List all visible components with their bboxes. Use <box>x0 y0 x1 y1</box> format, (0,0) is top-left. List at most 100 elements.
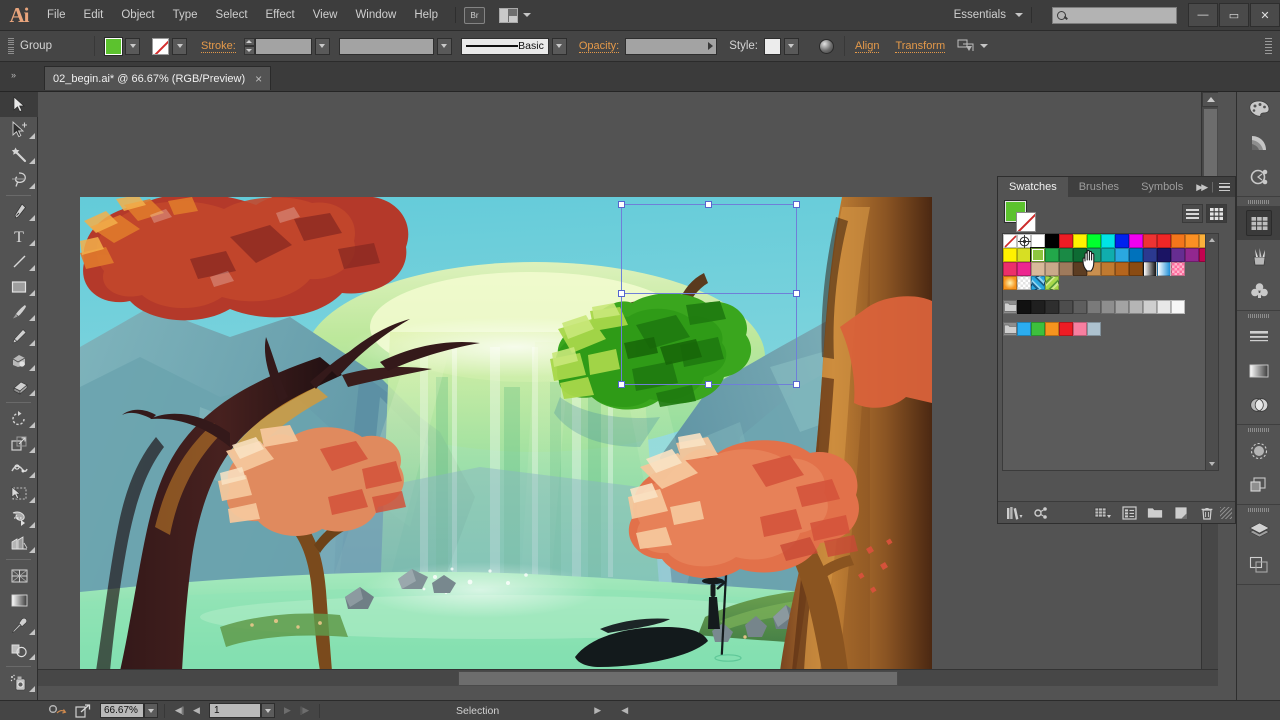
search-input[interactable] <box>1052 6 1177 24</box>
swatch-gray-10[interactable] <box>1143 300 1157 314</box>
new-swatch-button[interactable] <box>1168 502 1194 524</box>
swatch-bright-blue[interactable] <box>1017 322 1031 336</box>
swatch-white[interactable] <box>1031 234 1045 248</box>
swatch-gray-2[interactable] <box>1031 300 1045 314</box>
swatch-yellow-b[interactable] <box>1003 248 1017 262</box>
tab-brushes[interactable]: Brushes <box>1068 177 1130 197</box>
shape-builder-tool[interactable] <box>0 506 38 531</box>
mesh-tool[interactable] <box>0 563 38 588</box>
stroke-weight-stepper[interactable] <box>243 37 255 55</box>
graphic-style-dropdown[interactable] <box>783 37 799 55</box>
list-view-button[interactable] <box>1182 204 1203 223</box>
swatch-orange1[interactable] <box>1171 234 1185 248</box>
recolor-artwork-icon[interactable] <box>818 38 834 54</box>
menu-type[interactable]: Type <box>164 0 207 31</box>
close-button[interactable]: ✕ <box>1250 3 1280 27</box>
swatches-scroll-up-icon[interactable] <box>1206 234 1218 246</box>
next-artboard-button[interactable]: ▶ <box>279 701 296 720</box>
status-menu-button[interactable]: ▶ <box>589 701 606 720</box>
swatch-teal2[interactable] <box>1101 248 1115 262</box>
swatch-navy1[interactable] <box>1143 248 1157 262</box>
swatch-pattern-pink[interactable] <box>1171 262 1185 276</box>
grid-view-button[interactable] <box>1206 204 1227 223</box>
swatch-bright-green[interactable] <box>1031 322 1045 336</box>
scroll-up-arrow-icon[interactable] <box>1202 92 1218 107</box>
tab-swatches[interactable]: Swatches <box>998 177 1068 197</box>
chevron-down-icon[interactable] <box>980 44 989 48</box>
gradient-panel-icon[interactable] <box>1237 354 1280 388</box>
type-tool[interactable]: T <box>0 224 38 249</box>
canvas-horizontal-scrollbar[interactable] <box>38 669 1218 686</box>
swatch-pattern-green[interactable] <box>1045 276 1059 290</box>
control-bar-grip[interactable] <box>8 37 14 55</box>
selection-handle-bottom-center[interactable] <box>705 381 712 388</box>
stroke-dropdown-button[interactable] <box>172 37 187 55</box>
selection-handle-middle-left[interactable] <box>618 290 625 297</box>
swatch-navy2[interactable] <box>1157 248 1171 262</box>
swatch-orange2[interactable] <box>1185 234 1199 248</box>
new-color-group-button[interactable] <box>1142 502 1168 524</box>
transparency-panel-icon[interactable] <box>1237 388 1280 422</box>
zoom-level-input[interactable]: 66.67% <box>100 703 144 718</box>
show-swatch-kinds-menu-button[interactable] <box>1028 502 1054 524</box>
swatch-gray-4[interactable] <box>1059 300 1073 314</box>
swatch-brown2[interactable] <box>1073 262 1087 276</box>
menu-view[interactable]: View <box>304 0 347 31</box>
swatch-gradient-bw[interactable] <box>1143 262 1157 276</box>
swatch-bright-orange[interactable] <box>1045 322 1059 336</box>
scale-tool[interactable] <box>0 431 38 456</box>
swatch-gray-3[interactable] <box>1045 300 1059 314</box>
panel-resize-grip[interactable] <box>1220 506 1232 519</box>
menu-window[interactable]: Window <box>346 0 405 31</box>
swatch-libraries-menu-button[interactable] <box>1002 502 1028 524</box>
maximize-button[interactable]: ▭ <box>1219 3 1249 27</box>
swatch-red3[interactable] <box>1157 234 1171 248</box>
swatch-pink2[interactable] <box>1017 262 1031 276</box>
brushes-panel-icon[interactable] <box>1237 240 1280 274</box>
previous-artboard-button[interactable]: ◀ <box>188 701 205 720</box>
swatch-bright-grayblue[interactable] <box>1087 322 1101 336</box>
swatch-magenta[interactable] <box>1129 234 1143 248</box>
selection-handle-top-right[interactable] <box>793 201 800 208</box>
swatch-gray-11[interactable] <box>1157 300 1171 314</box>
artboard-number-dropdown[interactable] <box>261 703 275 718</box>
swatch-none[interactable] <box>1003 234 1017 248</box>
menu-file[interactable]: File <box>38 0 75 31</box>
direct-selection-tool[interactable] <box>0 117 38 142</box>
appearance-panel-icon[interactable] <box>1237 434 1280 468</box>
arrange-documents-button[interactable] <box>499 7 531 23</box>
swatch-green[interactable] <box>1087 234 1101 248</box>
blob-brush-tool[interactable] <box>0 349 38 374</box>
fill-color-swatch[interactable] <box>104 36 123 56</box>
graphic-style-swatch[interactable] <box>763 37 781 55</box>
tab-expand-icon[interactable]: » <box>6 68 20 82</box>
dock-grip[interactable] <box>1237 505 1280 514</box>
swatch-yellow[interactable] <box>1073 234 1087 248</box>
document-tab[interactable]: 02_begin.ai* @ 66.67% (RGB/Preview) × <box>44 66 272 90</box>
last-artboard-button[interactable]: |▶ <box>296 701 313 720</box>
line-segment-tool[interactable] <box>0 249 38 274</box>
selection-handle-middle-right[interactable] <box>793 290 800 297</box>
swatch-red[interactable] <box>1059 234 1073 248</box>
swatches-scrollbar[interactable] <box>1205 233 1219 471</box>
magic-wand-tool[interactable] <box>0 142 38 167</box>
swatch-red2[interactable] <box>1143 234 1157 248</box>
swatch-gradient-blue[interactable] <box>1157 262 1171 276</box>
swatches-panel-icon[interactable] <box>1237 206 1280 240</box>
collapse-panel-icon[interactable]: ▶▶ <box>1196 182 1208 193</box>
swatch-gray-12[interactable] <box>1171 300 1185 314</box>
swatch-brown1[interactable] <box>1059 262 1073 276</box>
menu-object[interactable]: Object <box>112 0 163 31</box>
edit-colors-panel-icon[interactable] <box>1237 160 1280 194</box>
stroke-label[interactable]: Stroke: <box>201 40 236 53</box>
symbol-sprayer-tool[interactable] <box>0 670 38 695</box>
align-button[interactable]: Align <box>854 40 880 53</box>
layers-panel-icon[interactable] <box>1237 514 1280 548</box>
stroke-profile-dropdown[interactable] <box>436 37 452 55</box>
panel-menu-icon[interactable] <box>1219 182 1230 192</box>
menu-select[interactable]: Select <box>207 0 257 31</box>
stroke-weight-dropdown[interactable] <box>314 37 330 55</box>
color-group-folder-icon-2[interactable] <box>1003 322 1017 336</box>
swatch-green-mid[interactable] <box>1045 248 1059 262</box>
bridge-icon[interactable]: Br <box>464 6 485 24</box>
